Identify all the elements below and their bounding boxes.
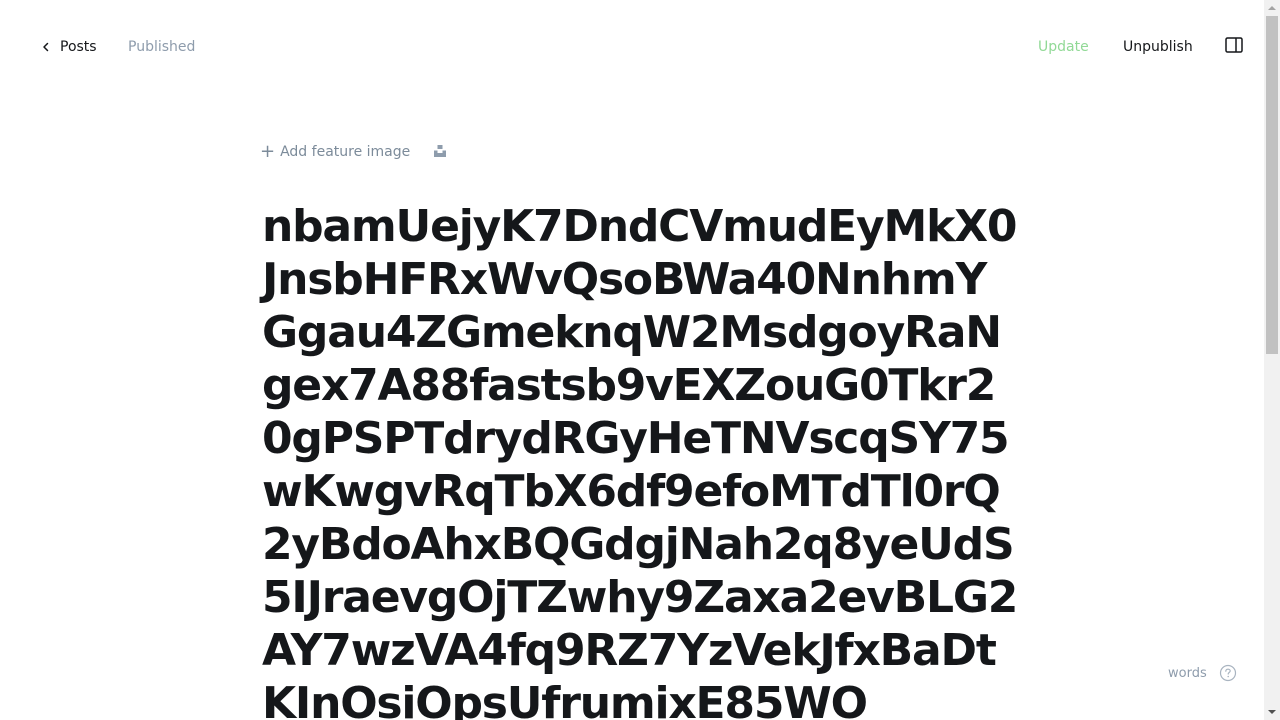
unpublish-button[interactable]: Unpublish <box>1117 36 1199 58</box>
word-count: words <box>1168 663 1237 683</box>
caret-up-icon <box>1268 6 1276 10</box>
add-feature-image-button[interactable]: + Add feature image <box>260 143 410 161</box>
add-feature-image-label: Add feature image <box>280 144 411 160</box>
post-editor: Posts Published Update Unpublish + Add f… <box>0 0 1280 720</box>
editor-header: Posts Published Update Unpublish <box>0 0 1264 94</box>
caret-down-icon <box>1268 710 1276 714</box>
back-to-posts-link[interactable]: Posts <box>40 36 97 58</box>
sidebar-toggle-button[interactable] <box>1222 36 1246 58</box>
unsplash-icon <box>433 143 447 162</box>
unsplash-button[interactable] <box>432 144 448 160</box>
post-status: Published <box>128 39 196 55</box>
scroll-up-arrow[interactable] <box>1264 0 1280 16</box>
plus-icon: + <box>260 141 276 162</box>
word-count-label: words <box>1168 665 1207 681</box>
back-link-label: Posts <box>60 39 97 55</box>
update-button[interactable]: Update <box>1032 36 1095 58</box>
post-title[interactable]: nbamUejyK7DndCVmudEyMkX0JnsbHFRxWvQsoBWa… <box>262 200 1018 720</box>
scrollbar-thumb[interactable] <box>1266 16 1278 354</box>
vertical-scrollbar[interactable] <box>1264 0 1280 720</box>
scroll-down-arrow[interactable] <box>1264 704 1280 720</box>
chevron-left-icon <box>40 41 52 53</box>
question-circle-icon <box>1219 664 1236 682</box>
feature-image-row: + Add feature image <box>260 141 448 163</box>
sidebar-toggle-icon <box>1225 37 1243 57</box>
help-button[interactable] <box>1219 664 1237 682</box>
